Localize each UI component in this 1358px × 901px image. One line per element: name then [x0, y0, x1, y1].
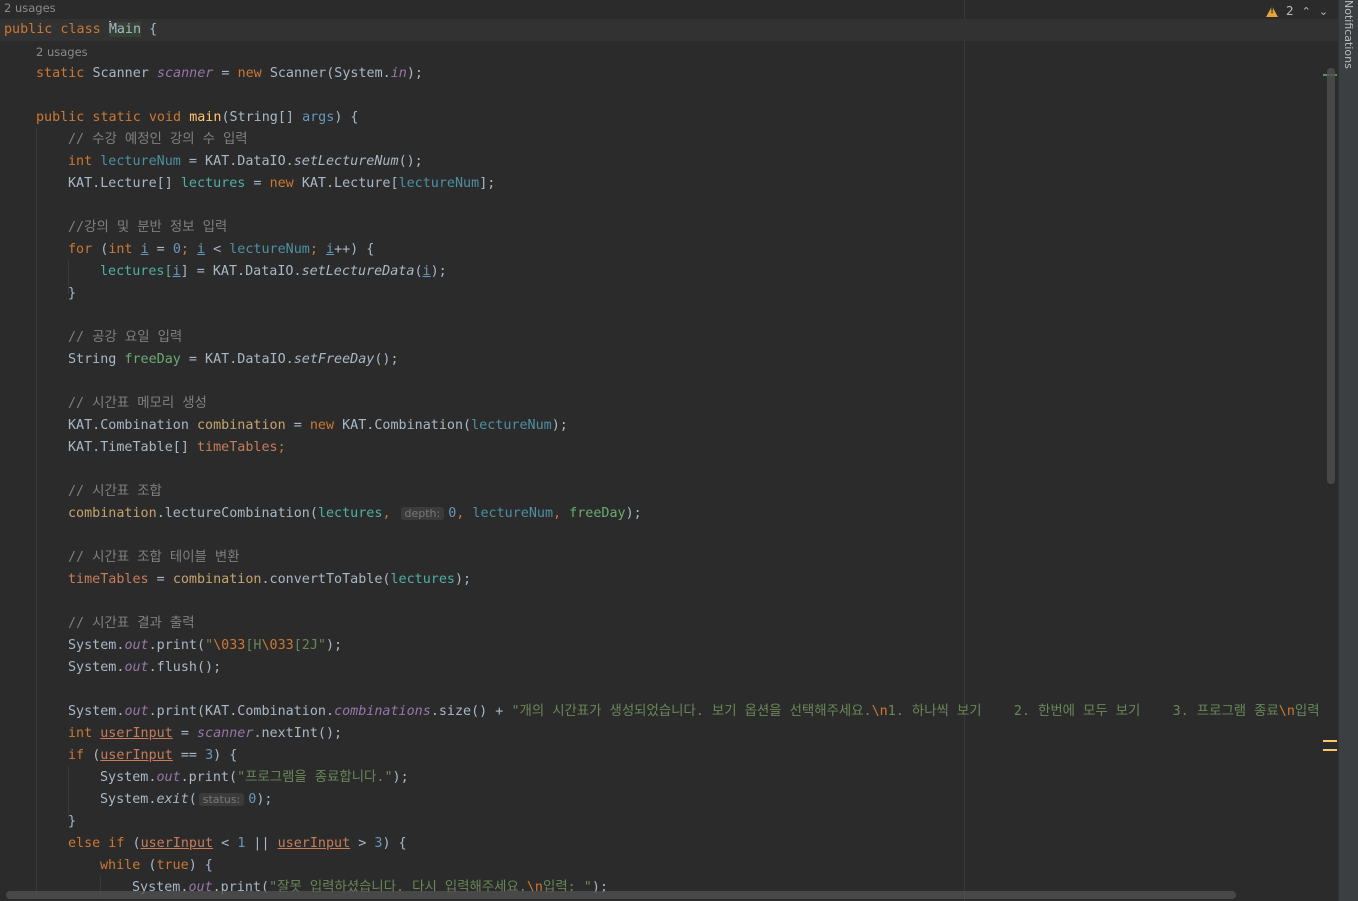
code-line[interactable]: int userInput = scanner.nextInt();	[68, 723, 342, 745]
code-line[interactable]: // 시간표 조합	[68, 481, 162, 503]
code-line[interactable]: if (userInput == 3) {	[68, 745, 237, 767]
code-line[interactable]: KAT.Lecture[] lectures = new KAT.Lecture…	[68, 173, 495, 195]
horizontal-scrollbar[interactable]	[6, 891, 1236, 899]
code-line[interactable]: System.out.flush();	[68, 657, 221, 679]
code-line[interactable]: // 공강 요일 입력	[68, 327, 182, 349]
code-line[interactable]: // 시간표 메모리 생성	[68, 393, 207, 415]
code-line[interactable]: static Scanner scanner = new Scanner(Sys…	[36, 63, 423, 85]
code-line[interactable]: //강의 및 분반 정보 입력	[68, 217, 227, 239]
parameter-hint-status: status:	[198, 793, 245, 806]
warning-marker[interactable]	[1323, 740, 1337, 742]
code-line[interactable]: System.out.print("\033[H\033[2J");	[68, 635, 342, 657]
code-line[interactable]: // 시간표 결과 출력	[68, 613, 195, 635]
previous-highlight-icon[interactable]: ⌃	[1302, 5, 1311, 18]
code-editor[interactable]: 2 usages 2 usages public class Main { st…	[0, 0, 1338, 901]
code-line[interactable]: }	[68, 811, 76, 833]
vertical-scrollbar[interactable]	[1327, 68, 1335, 484]
code-line[interactable]: System.out.print(KAT.Combination.combina…	[68, 701, 1320, 723]
next-highlight-icon[interactable]: ⌄	[1319, 5, 1328, 18]
code-line[interactable]: String freeDay = KAT.DataIO.setFreeDay()…	[68, 349, 399, 371]
code-line[interactable]: timeTables = combination.convertToTable(…	[68, 569, 471, 591]
code-line[interactable]: System.out.print("프로그램을 종료합니다.");	[100, 767, 409, 789]
right-margin-guide	[964, 0, 965, 901]
right-tool-strip	[1338, 0, 1358, 901]
code-line[interactable]: public static void main(String[] args) {	[36, 107, 359, 129]
code-line[interactable]: // 수강 예정인 강의 수 입력	[68, 129, 248, 151]
indent-guide	[36, 128, 37, 898]
code-line[interactable]: combination.lectureCombination(lectures,…	[68, 503, 642, 525]
code-line[interactable]: KAT.TimeTable[] timeTables;	[68, 437, 286, 459]
code-line[interactable]: while (true) {	[100, 855, 213, 877]
notifications-tool-button[interactable]: Notifications	[1341, 0, 1355, 70]
warning-count: 2	[1286, 4, 1294, 18]
code-line[interactable]: // 시간표 조합 테이블 변환	[68, 547, 240, 569]
code-line[interactable]: }	[68, 283, 76, 305]
code-line[interactable]: for (int i = 0; i < lectureNum; i++) {	[68, 239, 374, 261]
usages-hint[interactable]: 2 usages	[36, 44, 88, 60]
code-line[interactable]: KAT.Combination combination = new KAT.Co…	[68, 415, 568, 437]
warning-marker[interactable]	[1323, 749, 1337, 751]
usages-hint[interactable]: 2 usages	[4, 0, 56, 16]
code-line[interactable]: lectures[i] = KAT.DataIO.setLectureData(…	[100, 261, 447, 283]
warning-icon	[1266, 5, 1278, 17]
code-line[interactable]: public class Main {	[0, 19, 1338, 41]
parameter-hint-depth: depth:	[400, 507, 445, 520]
code-line[interactable]: int lectureNum = KAT.DataIO.setLectureNu…	[68, 151, 423, 173]
code-line[interactable]: System.exit(status: 0);	[100, 789, 272, 811]
inspections-widget[interactable]: 2 ⌃ ⌄	[1266, 2, 1328, 20]
code-line[interactable]: else if (userInput < 1 || userInput > 3)…	[68, 833, 407, 855]
